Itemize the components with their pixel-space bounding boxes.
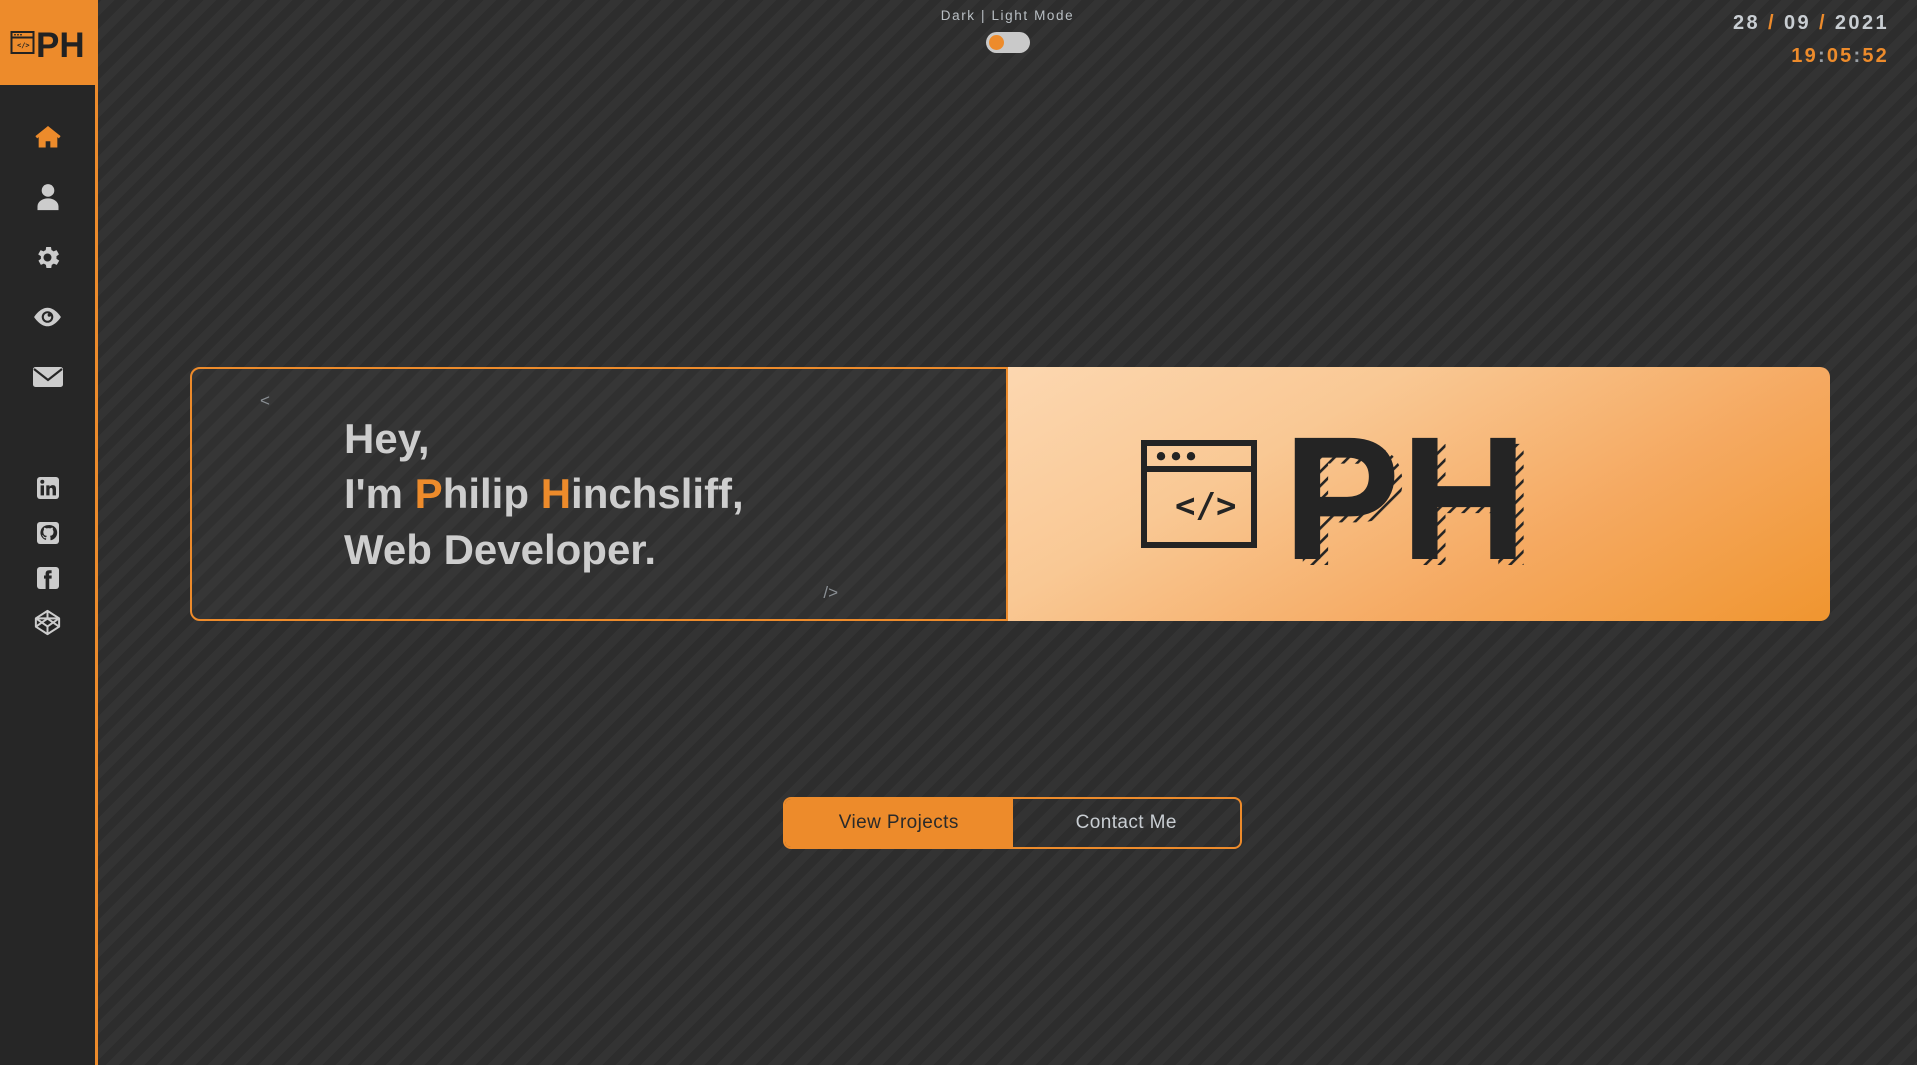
hero-name-initial-h: H	[540, 470, 572, 518]
hero-line-name: I'm Philip Hinchsliff,	[344, 466, 1006, 521]
time-separator-1: :	[1817, 45, 1827, 67]
ph-logo-large-icon: </> PH PH	[1141, 419, 1536, 569]
gear-icon	[38, 246, 60, 268]
linkedin-icon	[36, 476, 59, 499]
hero-section: < Hey, I'm Philip Hinchsliff, Web Develo…	[190, 367, 1830, 621]
sidebar-nav	[18, 107, 78, 407]
theme-mode-control: Dark | Light Mode	[98, 8, 1917, 53]
social-link-codepen[interactable]	[22, 600, 74, 645]
sidebar-item-about[interactable]	[18, 167, 78, 227]
hero-line-role: Web Developer.	[344, 525, 657, 573]
ph-logo-icon: </> PH	[10, 26, 85, 65]
svg-text:</>: </>	[1175, 486, 1236, 526]
view-projects-button[interactable]: View Projects	[785, 799, 1013, 847]
facebook-icon	[36, 566, 59, 589]
sidebar-item-contact[interactable]	[18, 347, 78, 407]
social-link-facebook[interactable]	[22, 555, 74, 600]
toggle-knob	[988, 35, 1004, 50]
date-year: 2021	[1834, 12, 1889, 34]
date-day: 28	[1733, 12, 1761, 34]
sidebar-item-home[interactable]	[18, 107, 78, 167]
hero-line-greeting: Hey,	[344, 414, 430, 462]
time-separator-2: :	[1853, 45, 1863, 67]
time-minutes: 05	[1826, 45, 1854, 67]
eye-icon	[34, 307, 61, 327]
datetime-display: 28 / 09 / 2021 19:05:52	[1733, 12, 1889, 68]
svg-text:PH: PH	[36, 26, 85, 65]
sidebar-item-projects[interactable]	[18, 287, 78, 347]
person-icon	[37, 184, 58, 211]
hero-name-first-rest: hilip	[442, 470, 541, 518]
svg-text:PH: PH	[1283, 419, 1528, 569]
sidebar-logo[interactable]: </> PH	[0, 0, 97, 85]
portfolio-page: </> PH Dark | Light Mode 28 / 09 / 2021 …	[0, 0, 1917, 1065]
time-text: 19:05:52	[1733, 45, 1889, 68]
time-hours: 19	[1791, 45, 1818, 67]
hero-text-panel: < Hey, I'm Philip Hinchsliff, Web Develo…	[190, 367, 1008, 621]
sidebar-item-skills[interactable]	[18, 227, 78, 287]
hero-name-initial-p: P	[414, 470, 443, 518]
envelope-icon	[32, 367, 63, 387]
contact-me-button[interactable]: Contact Me	[1013, 799, 1241, 847]
hero-logo-panel: </> PH PH	[1008, 367, 1830, 621]
social-link-github[interactable]	[22, 510, 74, 555]
hero-name-prefix: I'm	[344, 470, 415, 518]
home-icon	[34, 126, 61, 148]
sidebar-social	[22, 465, 74, 645]
theme-mode-toggle[interactable]	[985, 32, 1030, 53]
date-separator-2: /	[1818, 12, 1827, 34]
date-text: 28 / 09 / 2021	[1733, 12, 1889, 35]
code-bracket-open: <	[260, 391, 270, 410]
theme-mode-label: Dark | Light Mode	[940, 8, 1075, 23]
date-separator-1: /	[1768, 12, 1776, 34]
cta-button-group: View Projects Contact Me	[783, 797, 1242, 849]
social-link-linkedin[interactable]	[22, 465, 74, 510]
code-bracket-close: />	[823, 583, 838, 602]
svg-text:</>: </>	[17, 41, 30, 49]
date-month: 09	[1783, 12, 1811, 34]
github-icon	[36, 521, 59, 544]
sidebar: </> PH	[0, 0, 98, 1065]
hero-name-last-rest: inchsliff,	[571, 470, 744, 518]
codepen-icon	[34, 609, 61, 636]
time-seconds: 52	[1862, 45, 1889, 67]
